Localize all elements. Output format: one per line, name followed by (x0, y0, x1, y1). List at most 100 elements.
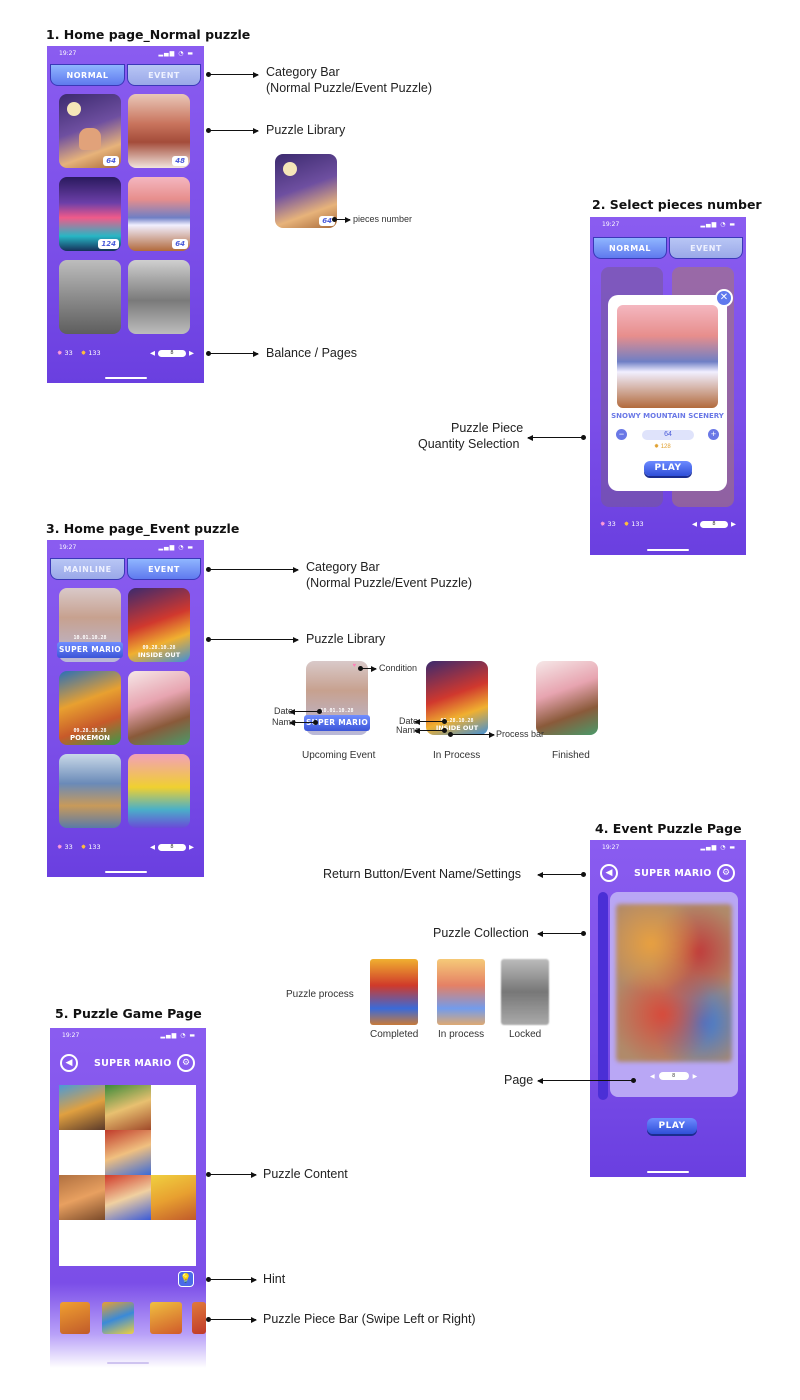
piece-tray-item[interactable] (60, 1302, 90, 1334)
condition-icon: ♥ (352, 663, 356, 669)
back-arrow-icon[interactable]: ◀ (60, 1054, 78, 1072)
puzzle-tile[interactable]: 124 (59, 177, 121, 251)
decrease-button[interactable]: − (616, 429, 627, 440)
close-icon[interactable]: ✕ (715, 289, 733, 307)
next-page-icon[interactable]: ▶ (189, 349, 194, 357)
piece-bar[interactable] (50, 1300, 206, 1336)
coin-icon: ✸ (623, 520, 630, 528)
next-page-icon[interactable]: ▶ (693, 1073, 698, 1080)
settings-gear-icon[interactable]: ⚙ (717, 864, 735, 882)
pager: ◀ 8 ▶ (150, 843, 194, 851)
placed-piece[interactable] (59, 1175, 105, 1220)
tab-event[interactable]: EVENT (669, 237, 743, 259)
gem-icon: ✸ (600, 520, 606, 528)
in-process-piece-sample (437, 959, 485, 1025)
annotation-piece-bar: Puzzle Piece Bar (Swipe Left or Right) (263, 1312, 476, 1326)
piece-tray-item[interactable] (192, 1302, 206, 1334)
placed-piece[interactable] (105, 1085, 151, 1130)
increase-button[interactable]: + (708, 429, 719, 440)
pieces-badge: 48 (172, 156, 188, 166)
back-arrow-icon[interactable]: ◀ (600, 864, 618, 882)
locked-piece-sample (501, 959, 549, 1025)
piece-tray-item[interactable] (150, 1302, 182, 1334)
puzzle-collection-panel: ◀ 8 ▶ (610, 892, 738, 1097)
tab-event[interactable]: EVENT (127, 64, 201, 86)
placed-piece[interactable] (105, 1130, 151, 1175)
section-title-select-pieces: 2. Select pieces number (592, 197, 762, 212)
tab-event[interactable]: EVENT (127, 558, 201, 580)
annotation-return: Return Button/Event Name/Settings (323, 867, 522, 881)
tab-normal[interactable]: NORMAL (593, 237, 667, 259)
event-tile-upcoming[interactable]: 10.01.10.28 SUPER MARIO (57, 588, 123, 662)
piece-tray-item[interactable] (102, 1302, 134, 1334)
pager: ◀ 8 ▶ (650, 1072, 697, 1080)
album-spine (598, 892, 608, 1100)
event-name: POKEMON (69, 734, 111, 742)
event-tile-finished[interactable] (128, 671, 190, 745)
annotation-condition: Condition (379, 663, 418, 673)
placed-piece[interactable] (59, 1085, 105, 1130)
puzzle-tile[interactable]: 64 (59, 94, 121, 168)
phone-home-normal: 19:27 ▂▄▆ ◔ ▬ NORMAL EVENT 64 48 124 64 ✸… (47, 46, 204, 383)
phone-home-event: 19:27 ▂▄▆ ◔ ▬ MAINLINE EVENT 10.01.10.28 … (47, 540, 204, 877)
pager: ◀ 8 ▶ (692, 520, 736, 528)
arrow (537, 1077, 636, 1084)
balance-bar: ✸ 33 ✸ 133 ◀ 8 ▶ (57, 348, 194, 358)
status-bar: 19:27 ▂▄▆ ◔ ▬ (59, 50, 194, 57)
phone-puzzle-game: 19:27 ▂▄▆ ◔ ▬ ◀ SUPER MARIO ⚙ 💡 (50, 1028, 206, 1368)
event-tile[interactable]: 09.28.10.28 POKEMON (59, 671, 121, 745)
event-tile-in-process[interactable]: 09.28.10.28 INSIDE OUT (128, 588, 190, 662)
tab-mainline[interactable]: MAINLINE (50, 558, 125, 580)
tab-normal[interactable]: NORMAL (50, 64, 125, 86)
quantity-display: 64 (642, 430, 694, 440)
coin-icon: ✸ (80, 349, 87, 357)
puzzle-board[interactable] (59, 1085, 196, 1266)
settings-gear-icon[interactable]: ⚙ (177, 1054, 195, 1072)
annotation-puzzle-content: Puzzle Content (263, 1167, 348, 1181)
annotation-quantity-2: Quantity Selection (418, 437, 520, 451)
status-bar: 19:27 ▂▄▆ ◔ ▬ (62, 1032, 196, 1039)
caption-completed: Completed (370, 1029, 419, 1040)
annotation-quantity-1: Puzzle Piece (451, 421, 524, 435)
puzzle-tile[interactable]: 48 (128, 94, 190, 168)
status-bar: 19:27 ▂▄▆ ◔ ▬ (59, 544, 194, 551)
prev-page-icon[interactable]: ◀ (650, 1073, 655, 1080)
annotation-puzzle-process: Puzzle process (286, 989, 354, 1000)
arrow (206, 71, 259, 78)
arrow (206, 1276, 257, 1283)
next-page-icon[interactable]: ▶ (731, 520, 736, 528)
puzzle-tile-locked[interactable] (128, 260, 190, 334)
annotation-page: Page (504, 1073, 534, 1087)
placed-piece[interactable] (151, 1175, 196, 1220)
play-button[interactable]: PLAY (647, 1118, 697, 1134)
puzzle-collection-grid[interactable] (616, 904, 732, 1062)
placed-piece[interactable] (105, 1175, 151, 1220)
event-tile[interactable] (59, 754, 121, 828)
event-title: SUPER MARIO (634, 868, 712, 879)
game-title: SUPER MARIO (94, 1058, 172, 1069)
next-page-icon[interactable]: ▶ (189, 843, 194, 851)
prev-page-icon[interactable]: ◀ (150, 349, 155, 357)
gem-count: 33 (64, 843, 73, 851)
cost-value: 128 (660, 444, 671, 450)
puzzle-tile[interactable]: 64 (128, 177, 190, 251)
section-title-puzzle-game-page: 5. Puzzle Game Page (55, 1006, 202, 1021)
caption-in-process: In Process (433, 750, 481, 761)
puzzle-tile-locked[interactable] (59, 260, 121, 334)
play-button[interactable]: PLAY (644, 461, 692, 476)
hint-lightbulb-icon[interactable]: 💡 (178, 1271, 194, 1287)
prev-page-icon[interactable]: ◀ (150, 843, 155, 851)
home-indicator (647, 549, 689, 551)
arrow (289, 719, 318, 726)
event-name: SUPER MARIO (57, 642, 123, 658)
event-tile[interactable] (128, 754, 190, 828)
pieces-badge: 124 (98, 239, 119, 249)
arrow (414, 727, 447, 734)
coin-count: 133 (88, 843, 101, 851)
arrow (206, 127, 259, 134)
completed-piece-sample (370, 959, 418, 1025)
balance-bar: ✸ 33 ✸ 133 ◀ 8 ▶ (57, 842, 194, 852)
phone-select-pieces: 19:27 ▂▄▆ ◔ ▬ NORMAL EVENT SNOWY MOUNTAIN… (590, 217, 746, 555)
prev-page-icon[interactable]: ◀ (692, 520, 697, 528)
annotation-pieces-number: pieces number (353, 214, 413, 224)
